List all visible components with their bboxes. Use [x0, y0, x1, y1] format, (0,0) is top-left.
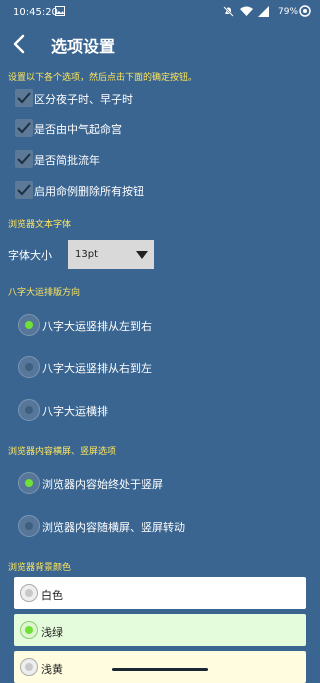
orientation-section-title: 浏览器内容横屏、竖屏选项: [8, 447, 117, 457]
radio-label: 八字大运竖排从左到右: [42, 320, 152, 333]
checkbox-box[interactable]: [15, 150, 33, 168]
color-option-light-green[interactable]: 浅绿: [14, 614, 306, 646]
checkmark-icon: [17, 184, 31, 196]
signal-icon: [258, 6, 269, 17]
radio-label: 浏览器内容随横屏、竖屏转动: [42, 521, 185, 534]
radio-label: 八字大运横排: [42, 405, 108, 418]
color-option-light-yellow[interactable]: 浅黄: [14, 651, 306, 683]
radio-button[interactable]: [18, 314, 40, 336]
color-label: 浅绿: [41, 626, 63, 639]
battery-percent: 79%: [278, 7, 299, 17]
radio-label: 八字大运竖排从右到左: [42, 362, 152, 375]
page-title: 选项设置: [51, 37, 116, 56]
checkmark-icon: [17, 153, 31, 165]
checkbox-box[interactable]: [15, 181, 33, 199]
instruction-text: 设置以下各个选项，然后点击下面的确定按钮。: [8, 73, 198, 83]
bg-section-title: 浏览器背景颜色: [8, 563, 72, 573]
dropdown-arrow-icon: [136, 251, 148, 259]
status-time: 10:45:20: [13, 7, 58, 18]
checkbox-label: 启用命例删除所有按钮: [34, 185, 144, 198]
image-icon: [55, 6, 65, 16]
radio-button[interactable]: [18, 399, 40, 421]
checkmark-icon: [17, 122, 31, 134]
radio-button[interactable]: [18, 356, 40, 378]
checkbox-label: 是否简批流年: [34, 154, 100, 167]
mute-icon: [223, 6, 234, 17]
wifi-icon: [240, 6, 253, 16]
radio-button[interactable]: [20, 584, 38, 602]
color-option-white[interactable]: 白色: [14, 577, 306, 609]
radio-button[interactable]: [18, 515, 40, 537]
font-size-label: 字体大小: [8, 249, 52, 262]
checkbox-label: 是否由中气起命宫: [34, 123, 122, 136]
font-section-title: 浏览器文本字体: [8, 220, 72, 230]
checkbox-label: 区分夜子时、早子时: [34, 93, 133, 106]
radio-button[interactable]: [20, 621, 38, 639]
font-size-select[interactable]: 13pt: [68, 240, 154, 269]
app-bar: 选项设置: [0, 25, 320, 65]
status-bar: 10:45:20 79%: [0, 0, 320, 25]
radio-button[interactable]: [18, 472, 40, 494]
checkbox-box[interactable]: [15, 119, 33, 137]
bazi-section-title: 八字大运排版方向: [8, 288, 81, 298]
radio-button[interactable]: [20, 658, 38, 676]
checkbox-box[interactable]: [15, 89, 33, 107]
back-arrow-icon[interactable]: [8, 31, 32, 57]
checkmark-icon: [17, 92, 31, 104]
data-saver-icon: [299, 5, 311, 17]
font-size-value: 13pt: [75, 249, 98, 260]
radio-label: 浏览器内容始终处于竖屏: [42, 478, 163, 491]
home-indicator: [112, 668, 208, 671]
color-label: 白色: [41, 589, 63, 602]
